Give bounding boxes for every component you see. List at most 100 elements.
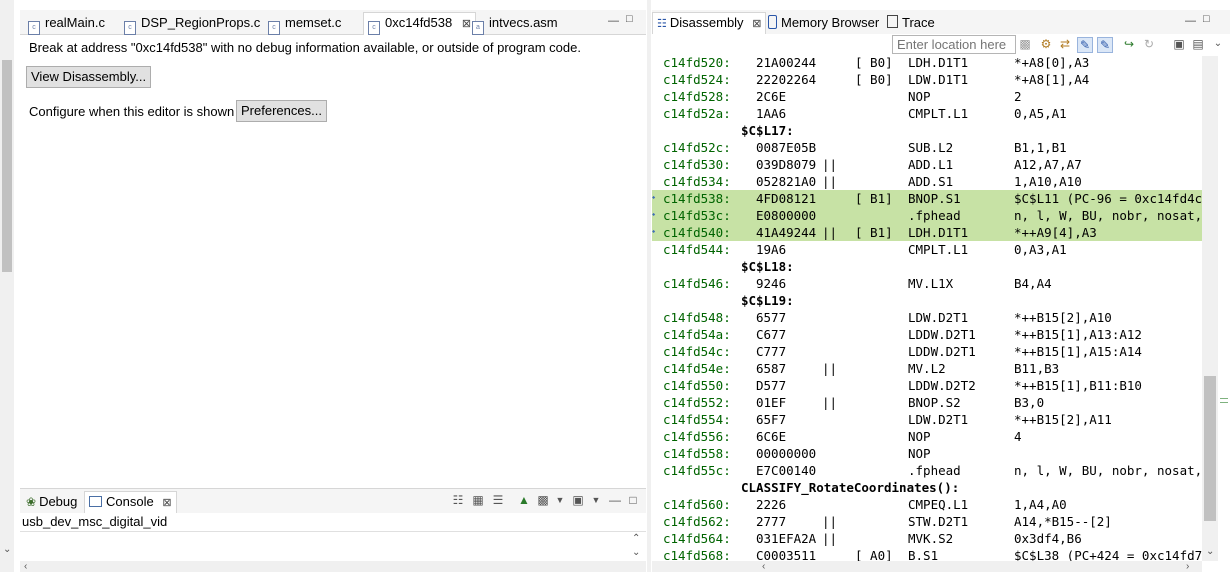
disassembly-row[interactable]: c14fd55c: E7C00140 .fphead n, l, W, BU, nob… — [652, 462, 1202, 479]
show-symbols-icon[interactable]: ✎ — [1097, 37, 1113, 53]
disassembly-row[interactable]: c14fd568: C0003511 [ A0] B.S1 $C$L38 (PC+424… — [652, 547, 1202, 561]
mnemonic: STW.D2T1 — [908, 514, 969, 529]
tab-memset-c[interactable]: c memset.c — [268, 13, 342, 35]
close-icon[interactable]: ⊠ — [752, 18, 761, 30]
preferences-button[interactable]: Preferences... — [236, 100, 327, 122]
close-icon[interactable]: ⊠ — [162, 497, 171, 509]
trace-icon — [887, 15, 898, 28]
scroll-left-arrow[interactable]: ‹ — [762, 561, 765, 573]
address: c14fd554: — [663, 412, 731, 427]
scroll-lock-icon[interactable]: ▦ — [471, 493, 485, 507]
disassembly-row[interactable]: ⬩ c14fd540: 41A49244 || [ B1] LDH.D1T1 *++A9[4… — [652, 224, 1202, 241]
disassembly-row[interactable]: c14fd530: 039D8079 || ADD.L1 A12,A7,A7 — [652, 156, 1202, 173]
tab-disassembly[interactable]: ☷ Disassembly ⊠ — [652, 12, 767, 36]
disassembly-row[interactable]: c14fd564: 031EFA2A || MVK.S2 0x3df4,B6 — [652, 530, 1202, 547]
operands: 2 — [1014, 89, 1022, 104]
condition: [ B0] — [855, 56, 893, 70]
disassembly-row[interactable]: c14fd544: 19A6 CMPLT.L1 0,A3,A1 — [652, 241, 1202, 258]
step-into-icon[interactable]: ↪ — [1122, 37, 1136, 51]
disassembly-row[interactable]: c14fd524: 22202264 [ B0] LDW.D1T1 *+A8[1],A4 — [652, 71, 1202, 88]
mnemonic: CMPLT.L1 — [908, 106, 969, 121]
close-icon[interactable]: ⊠ — [462, 18, 471, 30]
disassembly-row[interactable]: c14fd52a: 1AA6 CMPLT.L1 0,A5,A1 — [652, 105, 1202, 122]
tab-label: Debug — [39, 494, 78, 509]
pin-console-icon[interactable]: ▲ — [517, 493, 531, 507]
tab-intvecs-asm[interactable]: a intvecs.asm — [472, 13, 558, 35]
tab-0xc14fd538[interactable]: c 0xc14fd538 ⊠ — [363, 12, 477, 36]
disassembly-row[interactable]: ⬩ c14fd538: 4FD08121 [ B1] BNOP.S1 $C$L11 (PC… — [652, 190, 1202, 207]
current-pc-marker-icon: ⬩ — [652, 227, 656, 237]
disassembly-vscrollbar[interactable]: ⌄ — [1202, 56, 1218, 561]
disassembly-row[interactable]: c14fd558: 00000000 NOP — [652, 445, 1202, 462]
disassembly-label-row[interactable]: $C$L18: — [652, 258, 1202, 275]
disassembly-row[interactable]: c14fd520: 21A00244 [ B0] LDH.D1T1 *+A8[0],A3 — [652, 56, 1202, 71]
disassembly-row[interactable]: c14fd528: 2C6E NOP 2 — [652, 88, 1202, 105]
console-hscrollbar[interactable]: ‹ — [20, 561, 646, 572]
scroll-down-arrow[interactable]: ⌄ — [1206, 546, 1214, 558]
opcode: 65F7 — [756, 412, 787, 427]
disassembly-row[interactable]: c14fd550: D577 LDDW.D2T2 *++B15[1],B11:B10 — [652, 377, 1202, 394]
tab-debug[interactable]: ❀ Debug — [26, 492, 77, 512]
disassembly-label-row[interactable]: $C$L17: — [652, 122, 1202, 139]
minimize-icon[interactable]: — — [608, 15, 619, 27]
chevron-down-icon[interactable]: ▼ — [553, 493, 567, 507]
disassembly-row[interactable]: c14fd552: 01EF || BNOP.S2 B3,0 — [652, 394, 1202, 411]
disassembly-row[interactable]: c14fd534: 052821A0 || ADD.S1 1,A10,A10 — [652, 173, 1202, 190]
tab-trace[interactable]: Trace — [887, 13, 935, 33]
chevron-down-icon[interactable]: ▼ — [589, 493, 603, 507]
new-console-icon[interactable]: ▣ — [571, 493, 585, 507]
link-pc-icon[interactable]: ⚙ — [1039, 37, 1053, 51]
minimize-icon[interactable]: — — [608, 493, 622, 507]
disassembly-label-row[interactable]: $C$L19: — [652, 292, 1202, 309]
opcode: 6587 — [756, 361, 787, 376]
maximize-icon[interactable]: □ — [626, 493, 640, 507]
view-disassembly-button[interactable]: View Disassembly... — [26, 66, 152, 88]
word-wrap-icon[interactable]: ☰ — [491, 493, 505, 507]
disassembly-row[interactable]: c14fd54a: C677 LDDW.D2T1 *++B15[1],A13:A12 — [652, 326, 1202, 343]
disassembly-row[interactable]: c14fd560: 2226 CMPEQ.L1 1,A4,A0 — [652, 496, 1202, 513]
disassembly-row[interactable]: c14fd556: 6C6E NOP 4 — [652, 428, 1202, 445]
disassembly-scroll-thumb[interactable] — [1204, 376, 1216, 521]
location-input[interactable] — [892, 35, 1016, 54]
disassembly-label-row[interactable]: CLASSIFY_RotateCoordinates(): — [652, 479, 1202, 496]
operands: 0,A3,A1 — [1014, 242, 1067, 257]
disassembly-row[interactable]: ⬩ c14fd53c: E0800000 .fphead n, l, W, BU, no… — [652, 207, 1202, 224]
console-scroll-up-arrow[interactable]: ⌃ — [632, 533, 640, 545]
left-scroll-down-arrow[interactable]: ⌄ — [3, 544, 11, 556]
scroll-left-arrow[interactable]: ‹ — [24, 561, 27, 573]
disassembly-row[interactable]: c14fd54e: 6587 || MV.L2 B11,B3 — [652, 360, 1202, 377]
display-console-icon[interactable]: ▩ — [536, 493, 550, 507]
tab-console[interactable]: Console ⊠ — [84, 491, 177, 515]
tab-memory-browser[interactable]: Memory Browser — [768, 13, 879, 33]
minimize-icon[interactable]: — — [1185, 15, 1196, 27]
go-location-icon[interactable]: ▩ — [1018, 37, 1032, 51]
disassembly-row[interactable]: c14fd562: 2777 || STW.D2T1 A14,*B15--[2] — [652, 513, 1202, 530]
chevron-down-icon[interactable]: ⌄ — [1211, 37, 1225, 51]
disassembly-toolbar: ▩ ⚙ ⇄ ✎ ✎ ↪ ↻ ▣ ▤ ⌄ — [652, 34, 1230, 56]
sync-source-icon[interactable]: ⇄ — [1058, 37, 1072, 51]
clear-console-icon[interactable]: ☷ — [451, 493, 465, 507]
mnemonic: B.S1 — [908, 548, 939, 561]
disassembly-row[interactable]: c14fd52c: 0087E05B SUB.L2 B1,1,B1 — [652, 139, 1202, 156]
disassembly-row[interactable]: c14fd554: 65F7 LDW.D2T1 *++B15[2],A11 — [652, 411, 1202, 428]
view-menu-icon[interactable]: ▤ — [1191, 37, 1205, 51]
tab-dsp-regionprops-c[interactable]: c DSP_RegionProps.c — [124, 13, 260, 35]
disassembly-row[interactable]: c14fd546: 9246 MV.L1X B4,A4 — [652, 275, 1202, 292]
new-view-icon[interactable]: ▣ — [1172, 37, 1186, 51]
scroll-right-arrow[interactable]: › — [1186, 561, 1189, 573]
parallel-marker: || — [822, 395, 838, 410]
tab-realmain-c[interactable]: c realMain.c — [28, 13, 105, 35]
refresh-icon[interactable]: ↻ — [1142, 37, 1156, 51]
address: c14fd54a: — [663, 327, 731, 342]
disassembly-row[interactable]: c14fd54c: C777 LDDW.D2T1 *++B15[1],A15:A14 — [652, 343, 1202, 360]
tab-label: memset.c — [285, 15, 342, 30]
pane-divider[interactable] — [647, 0, 651, 572]
left-scroll-thumb[interactable] — [2, 60, 12, 272]
disassembly-hscrollbar[interactable]: ‹ › — [652, 561, 1202, 572]
disassembly-row[interactable]: c14fd548: 6577 LDW.D2T1 *++B15[2],A10 — [652, 309, 1202, 326]
disassembly-listing[interactable]: c14fd520: 21A00244 [ B0] LDH.D1T1 *+A8[0],A3… — [652, 56, 1202, 561]
console-scroll-down-arrow[interactable]: ⌄ — [632, 547, 640, 559]
maximize-icon[interactable]: □ — [1203, 13, 1210, 25]
maximize-icon[interactable]: □ — [626, 13, 633, 25]
show-source-icon[interactable]: ✎ — [1077, 37, 1093, 53]
